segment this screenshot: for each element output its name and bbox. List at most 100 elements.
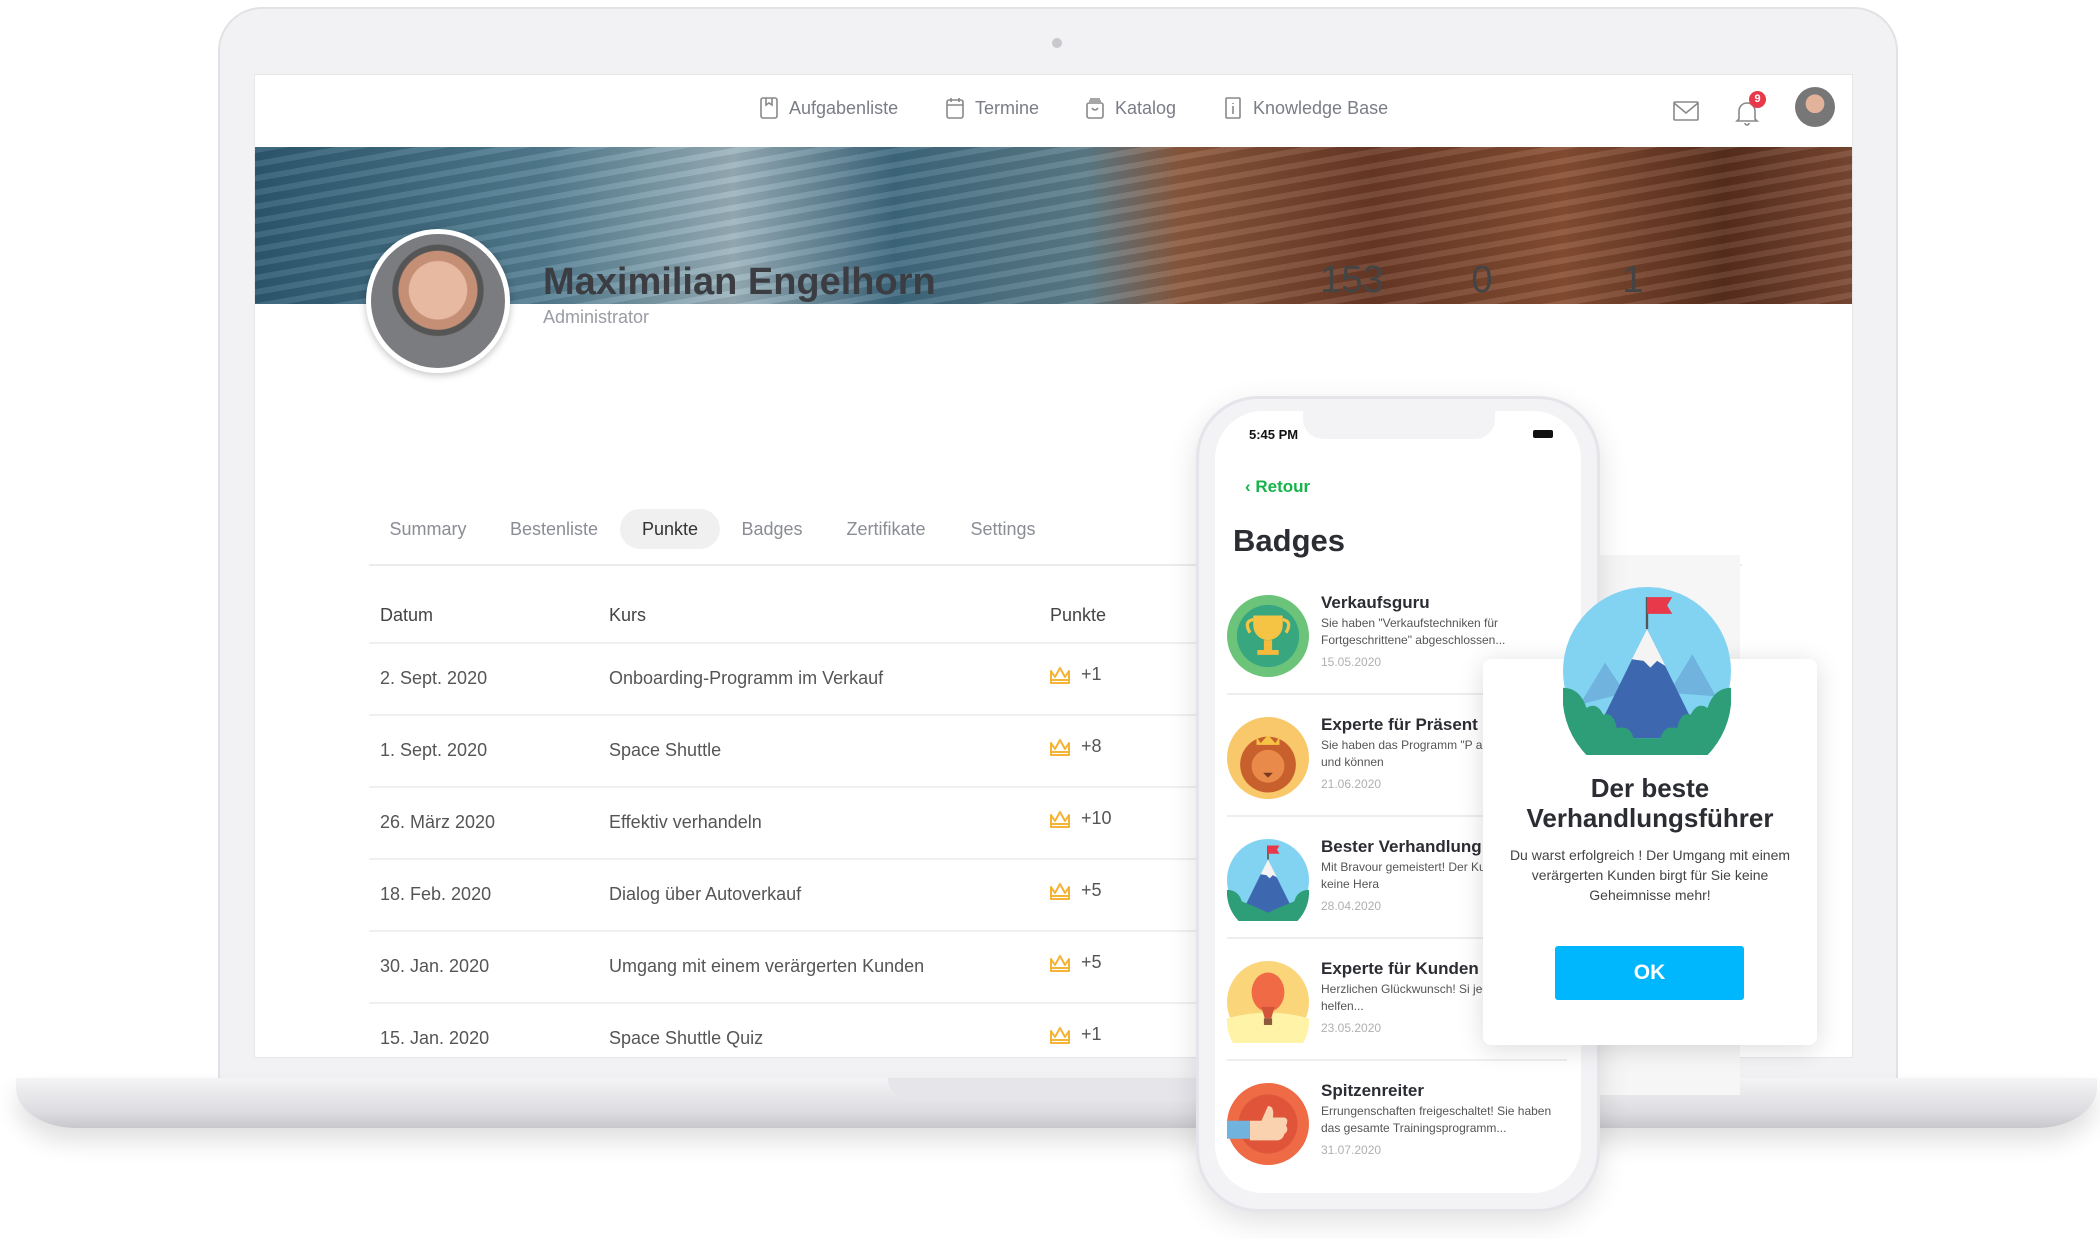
- modal-body: Du warst erfolgreich ! Der Umgang mit ei…: [1509, 847, 1791, 903]
- profile-role: Administrator: [543, 307, 650, 327]
- info-icon: [1225, 97, 1241, 119]
- calendar-icon: [946, 98, 964, 119]
- points-value: +5: [1081, 880, 1102, 900]
- battery-icon: [1533, 430, 1553, 438]
- table-row[interactable]: 2. Sept. 2020 Onboarding-Programm im Ver…: [369, 642, 1269, 714]
- row-date: 2. Sept. 2020: [380, 668, 488, 688]
- badge-date: 31.07.2020: [1321, 1143, 1382, 1157]
- tab-settings[interactable]: Settings: [948, 509, 1057, 549]
- points-value: +1: [1081, 664, 1102, 684]
- badge-title: Experte für Kunden: [1321, 959, 1479, 978]
- modal-title-line2: Verhandlungsführer: [1526, 803, 1774, 833]
- tab-zertifikate[interactable]: Zertifikate: [824, 509, 947, 549]
- nav-aufgabenliste[interactable]: Aufgabenliste: [759, 97, 898, 119]
- laptop-notch: [888, 1078, 1219, 1100]
- modal-title: Der beste Verhandlungsführer: [1483, 773, 1817, 833]
- row-date: 18. Feb. 2020: [380, 884, 492, 904]
- user-avatar[interactable]: [1795, 87, 1835, 127]
- nav-katalog[interactable]: Katalog: [1085, 97, 1176, 119]
- badge-list-item[interactable]: Spitzenreiter Errungenschaften freigesch…: [1227, 1061, 1567, 1183]
- row-points: +10: [1049, 808, 1112, 829]
- nav-label: Katalog: [1115, 97, 1177, 118]
- row-points: +8: [1049, 736, 1102, 757]
- table-row[interactable]: 30. Jan. 2020 Umgang mit einem verärgert…: [369, 930, 1269, 1002]
- crown-icon: [1050, 1026, 1070, 1044]
- badge-date: 28.04.2020: [1321, 899, 1382, 913]
- thumbs-up-icon: [1227, 1083, 1309, 1165]
- col-header-datum: Datum: [380, 605, 434, 625]
- row-date: 15. Jan. 2020: [380, 1028, 490, 1048]
- back-label: Retour: [1255, 477, 1311, 496]
- nav-termine[interactable]: Termine: [945, 97, 1039, 119]
- mountain-flag-icon: [1227, 839, 1309, 921]
- phone-page-title: Badges: [1233, 523, 1345, 558]
- tab-summary[interactable]: Summary: [367, 509, 488, 549]
- badge-date: 21.06.2020: [1321, 777, 1382, 791]
- mountain-flag-icon: [1563, 587, 1731, 755]
- ok-button[interactable]: OK: [1555, 946, 1744, 1000]
- row-date: 26. März 2020: [380, 812, 496, 832]
- badge-title: Spitzenreiter: [1321, 1081, 1424, 1100]
- col-header-kurs: Kurs: [609, 605, 647, 625]
- profile-avatar: [366, 229, 510, 373]
- back-button[interactable]: ‹ Retour: [1245, 477, 1310, 497]
- row-points: +1: [1049, 664, 1102, 685]
- bookmark-book-icon: [760, 97, 778, 119]
- lion-icon: [1227, 717, 1309, 799]
- modal-title-line1: Der beste: [1590, 773, 1710, 803]
- tab-bestenliste[interactable]: Bestenliste: [488, 509, 620, 549]
- points-value: +5: [1081, 952, 1102, 972]
- table-row[interactable]: 15. Jan. 2020 Space Shuttle Quiz +1: [369, 1002, 1269, 1057]
- nav-knowledge-base[interactable]: Knowledge Base: [1223, 97, 1388, 119]
- chevron-left-icon: ‹: [1245, 477, 1256, 496]
- shopping-bag-icon: [1086, 98, 1104, 119]
- points-value: +10: [1081, 808, 1112, 828]
- top-nav: Aufgabenliste Termine Katalog Knowledge …: [255, 75, 1852, 147]
- row-points: +5: [1049, 952, 1102, 973]
- crown-icon: [1050, 882, 1070, 900]
- row-course: Umgang mit einem verärgerten Kunden: [609, 956, 925, 976]
- stat-badges: 0: [1471, 259, 1493, 301]
- row-course: Onboarding-Programm im Verkauf: [609, 668, 884, 688]
- points-value: +8: [1081, 736, 1102, 756]
- row-points: +5: [1049, 880, 1102, 901]
- badge-title: Bester Verhandlung: [1321, 837, 1482, 856]
- hot-air-balloon-icon: [1227, 961, 1309, 1043]
- row-course: Space Shuttle Quiz: [609, 1028, 764, 1048]
- trophy-icon: [1227, 595, 1309, 677]
- nav-label: Termine: [975, 97, 1040, 118]
- nav-label: Knowledge Base: [1253, 97, 1389, 118]
- row-course: Dialog über Autoverkauf: [609, 884, 802, 904]
- row-date: 30. Jan. 2020: [380, 956, 490, 976]
- phone-notch: [1303, 411, 1495, 439]
- nav-label: Aufgabenliste: [789, 97, 899, 118]
- table-row[interactable]: 1. Sept. 2020 Space Shuttle +8: [369, 714, 1269, 786]
- table-row[interactable]: 18. Feb. 2020 Dialog über Autoverkauf +5: [369, 858, 1269, 930]
- badge-date: 23.05.2020: [1321, 1021, 1382, 1035]
- crown-icon: [1050, 954, 1070, 972]
- badge-title: Experte für Präsent: [1321, 715, 1478, 734]
- row-course: Space Shuttle: [609, 740, 722, 760]
- row-points: +1: [1049, 1024, 1102, 1045]
- crown-icon: [1050, 810, 1070, 828]
- badge-date: 15.05.2020: [1321, 655, 1382, 669]
- col-header-punkte: Punkte: [1050, 605, 1107, 625]
- badge-description: Sie haben "Verkaufstechniken für Fortges…: [1321, 616, 1506, 647]
- tab-badges[interactable]: Badges: [719, 509, 824, 549]
- row-date: 1. Sept. 2020: [380, 740, 488, 760]
- crown-icon: [1050, 666, 1070, 684]
- stat-points: 153: [1320, 259, 1384, 301]
- row-course: Effektiv verhandeln: [609, 812, 762, 832]
- profile-name: Maximilian Engelhorn: [543, 261, 936, 303]
- table-row[interactable]: 26. März 2020 Effektiv verhandeln +10: [369, 786, 1269, 858]
- points-value: +1: [1081, 1024, 1102, 1044]
- tab-punkte[interactable]: Punkte: [619, 509, 721, 549]
- mail-icon[interactable]: [1673, 101, 1699, 121]
- laptop-camera: [1052, 38, 1062, 48]
- notification-badge: 9: [1749, 91, 1766, 108]
- status-time: 5:45 PM: [1249, 427, 1299, 442]
- stat-certificates: 1: [1622, 259, 1644, 301]
- badge-title: Verkaufsguru: [1321, 593, 1430, 612]
- badge-description: Errungenschaften freigeschaltet! Sie hab…: [1321, 1104, 1552, 1135]
- crown-icon: [1050, 738, 1070, 756]
